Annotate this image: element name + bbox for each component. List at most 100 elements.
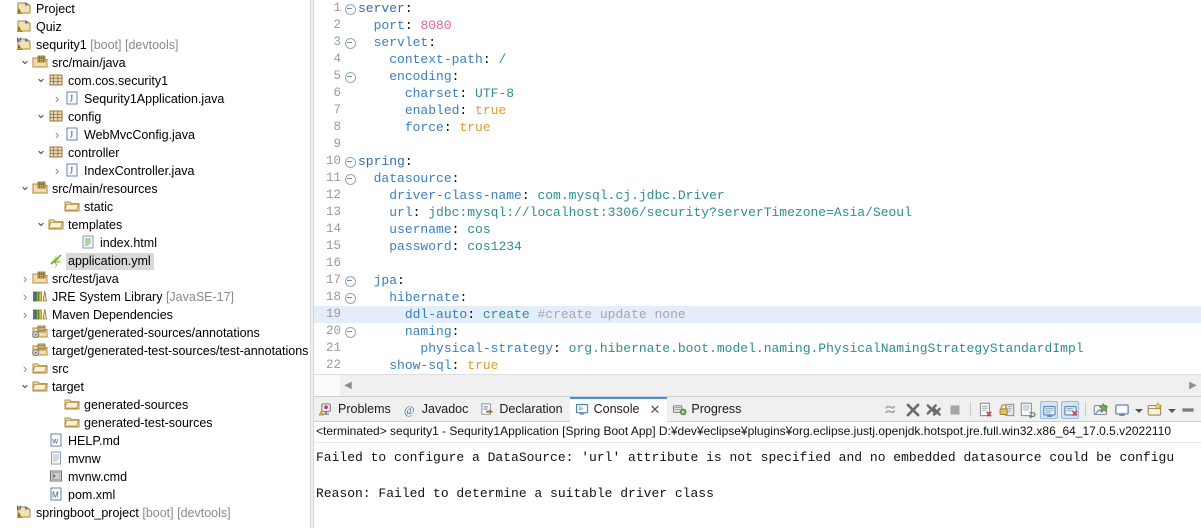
code-line-text[interactable]: url: jdbc:mysql://localhost:3306/securit… (356, 204, 1201, 221)
tree-item[interactable]: J Sequrity1Application.java (0, 90, 310, 108)
scrollbar-track[interactable] (356, 375, 1185, 396)
code-line[interactable]: 22 show-sql: true (314, 357, 1201, 374)
code-line-text[interactable]: jpa: (356, 272, 1201, 289)
code-line[interactable]: 6 charset: UTF-8 (314, 85, 1201, 102)
code-line[interactable]: 18 hibernate: (314, 289, 1201, 306)
code-line-text[interactable]: username: cos (356, 221, 1201, 238)
terminate-all-icon[interactable] (883, 401, 901, 419)
tree-item[interactable]: generated-sources (0, 396, 310, 414)
chevron-down-icon[interactable] (1167, 401, 1176, 419)
tab-declaration[interactable]: Declaration (475, 397, 569, 422)
tree-item[interactable]: src/test/java (0, 270, 310, 288)
tree-item[interactable]: controller (0, 144, 310, 162)
package-explorer-panel[interactable]: ProjectQuizMsequrity1 [boot] [devtools] s… (0, 0, 310, 528)
scroll-left-arrow[interactable]: ◀ (340, 380, 356, 391)
code-line-text[interactable]: naming: (356, 323, 1201, 340)
tree-item[interactable]: generated-test-sources (0, 414, 310, 432)
code-line[interactable]: 3 servlet: (314, 34, 1201, 51)
code-line[interactable]: 15 password: cos1234 (314, 238, 1201, 255)
code-line-text[interactable]: force: true (356, 119, 1201, 136)
code-line-text[interactable] (356, 136, 1201, 153)
code-line[interactable]: 10 spring: (314, 153, 1201, 170)
chevron-right-icon[interactable] (50, 90, 64, 109)
tree-item[interactable]: mvnw.cmd (0, 468, 310, 486)
show-console-on-error-icon[interactable] (1061, 400, 1079, 419)
chevron-down-icon[interactable] (34, 216, 48, 235)
tab-problems[interactable]: Problems (314, 397, 398, 422)
lock-scroll-icon[interactable] (998, 401, 1016, 419)
code-line[interactable]: 11 datasource: (314, 170, 1201, 187)
tab-console[interactable]: Console ✕ (569, 396, 668, 422)
tree-item[interactable]: target (0, 378, 310, 396)
tab-progress[interactable]: Progress (667, 397, 748, 422)
chevron-down-icon[interactable] (34, 72, 48, 91)
console-panel[interactable]: Problems @ Javadoc Declaration Console ✕ Progr… (314, 396, 1201, 528)
tree-item[interactable]: Maven Dependencies (0, 306, 310, 324)
view-tabs[interactable]: Problems @ Javadoc Declaration Console ✕ Progr… (314, 396, 748, 422)
tree-item[interactable]: Mspringboot_project [boot] [devtools] (0, 504, 310, 522)
chevron-right-icon[interactable] (18, 270, 32, 289)
tree-item[interactable]: templates (0, 216, 310, 234)
code-line-text[interactable]: show-sql: true (356, 357, 1201, 374)
chevron-right-icon[interactable] (18, 288, 32, 307)
code-line[interactable]: 14 username: cos (314, 221, 1201, 238)
tree-item[interactable]: target/generated-sources/annotations (0, 324, 310, 342)
scroll-right-arrow[interactable]: ▶ (1185, 380, 1201, 391)
chevron-down-icon[interactable] (18, 54, 32, 73)
close-icon[interactable]: ✕ (649, 403, 660, 416)
remove-launch-icon[interactable] (904, 401, 922, 419)
fold-collapse-icon[interactable] (342, 0, 356, 17)
tree-item[interactable]: com.cos.security1 (0, 72, 310, 90)
tab-javadoc[interactable]: @ Javadoc (398, 397, 476, 422)
code-line[interactable]: 4 context-path: / (314, 51, 1201, 68)
open-console-icon[interactable] (1146, 401, 1164, 419)
code-line-text[interactable]: spring: (356, 153, 1201, 170)
minimize-icon[interactable] (1179, 401, 1197, 419)
clear-console-icon[interactable] (977, 401, 995, 419)
code-line[interactable]: 21 physical-strategy: org.hibernate.boot… (314, 340, 1201, 357)
chevron-down-icon[interactable] (18, 378, 32, 397)
show-console-on-output-icon[interactable] (1040, 400, 1058, 419)
code-line[interactable]: 8 force: true (314, 119, 1201, 136)
chevron-right-icon[interactable] (18, 306, 32, 325)
code-line-text[interactable]: physical-strategy: org.hibernate.boot.mo… (356, 340, 1201, 357)
tree-item[interactable]: src/main/resources (0, 180, 310, 198)
tree-item[interactable]: Msequrity1 [boot] [devtools] (0, 36, 310, 54)
tree-item[interactable]: J IndexController.java (0, 162, 310, 180)
code-line-text[interactable]: driver-class-name: com.mysql.cj.jdbc.Dri… (356, 187, 1201, 204)
code-line[interactable]: 2 port: 8080 (314, 17, 1201, 34)
fold-collapse-icon[interactable] (342, 289, 356, 306)
code-line[interactable]: 7 enabled: true (314, 102, 1201, 119)
chevron-down-icon[interactable] (18, 180, 32, 199)
code-line[interactable]: 9 (314, 136, 1201, 153)
fold-collapse-icon[interactable] (342, 323, 356, 340)
editor-horizontal-scrollbar[interactable]: ◀ ▶ (314, 374, 1201, 396)
code-line[interactable]: 12 driver-class-name: com.mysql.cj.jdbc.… (314, 187, 1201, 204)
tree-item[interactable]: Project (0, 0, 310, 18)
chevron-down-icon[interactable] (1134, 401, 1143, 419)
tree-item[interactable]: Mpom.xml (0, 486, 310, 504)
code-line-text[interactable]: enabled: true (356, 102, 1201, 119)
code-line[interactable]: 5 encoding: (314, 68, 1201, 85)
fold-collapse-icon[interactable] (342, 68, 356, 85)
code-lines-container[interactable]: 1 server: 2 port: 8080 3 servlet: 4 context-… (314, 0, 1201, 374)
tree-item[interactable]: mvnw (0, 450, 310, 468)
tree-item[interactable]: w HELP.md (0, 432, 310, 450)
fold-collapse-icon[interactable] (342, 34, 356, 51)
code-line[interactable]: 16 (314, 255, 1201, 272)
code-line-text[interactable]: encoding: (356, 68, 1201, 85)
tree-item[interactable]: static (0, 198, 310, 216)
console-toolbar[interactable] (883, 397, 1197, 422)
tree-item[interactable]: y application.yml (0, 252, 310, 270)
console-output-text[interactable]: Failed to configure a DataSource: 'url' … (314, 443, 1201, 528)
chevron-down-icon[interactable] (34, 144, 48, 163)
code-line[interactable]: 1 server: (314, 0, 1201, 17)
display-selected-console-icon[interactable] (1113, 401, 1131, 419)
yaml-editor-pane[interactable]: 1 server: 2 port: 8080 3 servlet: 4 context-… (314, 0, 1201, 396)
console-view-tabbar[interactable]: Problems @ Javadoc Declaration Console ✕ Progr… (314, 396, 1201, 422)
remove-all-launches-icon[interactable] (925, 401, 943, 419)
tree-item[interactable]: Quiz (0, 18, 310, 36)
code-line-text[interactable]: charset: UTF-8 (356, 85, 1201, 102)
word-wrap-icon[interactable] (1019, 401, 1037, 419)
tree-item[interactable]: index.html (0, 234, 310, 252)
